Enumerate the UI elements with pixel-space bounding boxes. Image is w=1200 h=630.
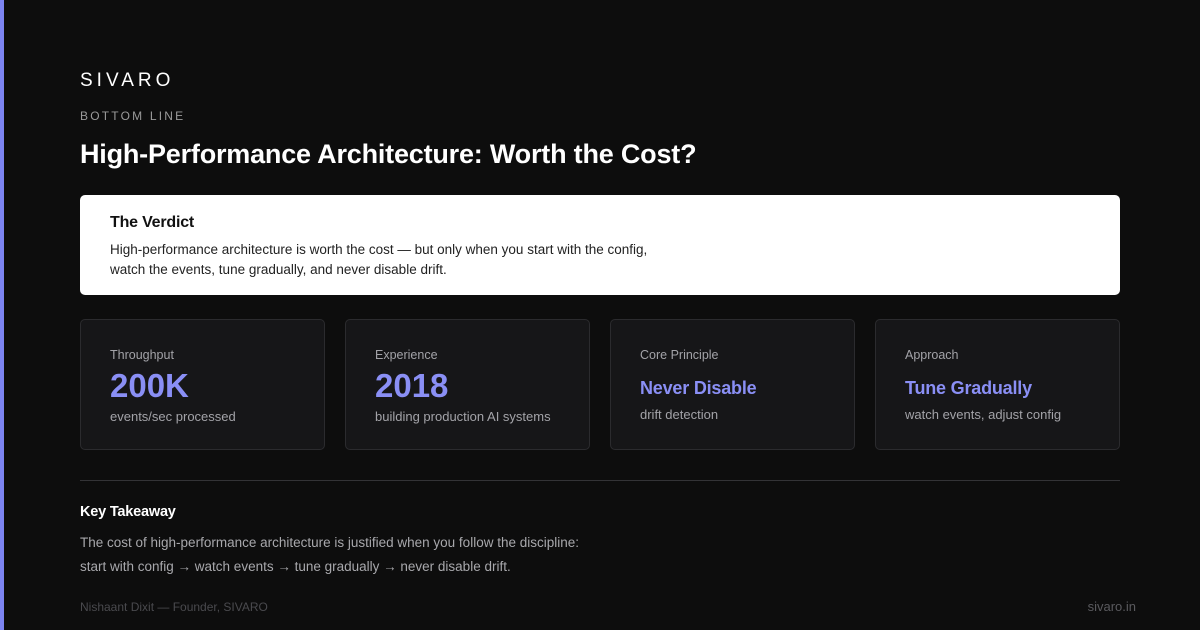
takeaway-line-2: start with config → watch events → tune … [80, 559, 511, 574]
section-divider [80, 480, 1120, 481]
verdict-line-2: watch the events, tune gradually, and ne… [110, 262, 447, 277]
stat-label: Core Principle [640, 348, 719, 362]
stat-label: Throughput [110, 348, 174, 362]
section-eyebrow: BOTTOM LINE [80, 109, 186, 123]
stat-card-approach: Approach Tune Gradually watch events, ad… [875, 319, 1120, 450]
takeaway-line-1: The cost of high-performance architectur… [80, 535, 579, 550]
takeaway-body: The cost of high-performance architectur… [80, 531, 579, 579]
stat-value: Never Disable [640, 378, 757, 398]
stat-value: 2018 [375, 367, 449, 404]
stat-card-experience: Experience 2018 building production AI s… [345, 319, 590, 450]
stat-card-throughput: Throughput 200K events/sec processed [80, 319, 325, 450]
footer-author: Nishaant Dixit — Founder, SIVARO [80, 600, 268, 614]
verdict-heading: The Verdict [110, 214, 195, 231]
stat-value: Tune Gradually [905, 378, 1032, 398]
stat-label: Approach [905, 348, 959, 362]
brand-logo: SIVARO [80, 70, 175, 91]
stat-subtitle: drift detection [640, 407, 719, 422]
takeaway-heading: Key Takeaway [80, 504, 176, 520]
stat-subtitle: events/sec processed [110, 409, 236, 424]
verdict-line-1: High-performance architecture is worth t… [110, 242, 648, 257]
stat-card-core-principle: Core Principle Never Disable drift detec… [610, 319, 855, 450]
stat-cards: Throughput 200K events/sec processed Exp… [80, 319, 1120, 450]
stat-subtitle: building production AI systems [375, 409, 551, 424]
page-title: High-Performance Architecture: Worth the… [80, 139, 697, 169]
stat-value: 200K [110, 367, 189, 404]
verdict-card: The Verdict High-performance architectur… [80, 195, 1120, 295]
stat-label: Experience [375, 348, 438, 362]
accent-bar [0, 0, 4, 630]
footer-site-link[interactable]: sivaro.in [1088, 599, 1136, 614]
stat-subtitle: watch events, adjust config [905, 407, 1062, 422]
verdict-body: High-performance architecture is worth t… [110, 240, 710, 280]
